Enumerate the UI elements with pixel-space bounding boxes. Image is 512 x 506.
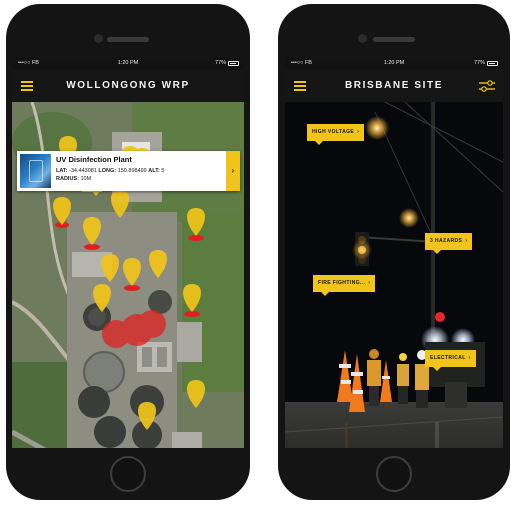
home-button[interactable] (110, 456, 146, 492)
app-bar: WOLLONGONG WRP (12, 70, 244, 102)
home-button[interactable] (376, 456, 412, 492)
long-value: 150.898499 (117, 168, 147, 174)
hazard-tag-3-hazards[interactable]: 3 HAZARDS › (425, 233, 473, 254)
earpiece (373, 37, 415, 42)
site-camera-view[interactable]: HIGH VOLTAGE › 3 HAZARDS › FIRE FIGHTING..… (285, 102, 503, 448)
chevron-right-icon: › (368, 280, 371, 286)
page-title: WOLLONGONG WRP (66, 80, 190, 91)
phone-left: •••○○ FB 1:20 PM 77% WOLLONGONG WRP UV D… (6, 4, 250, 500)
chevron-right-icon[interactable]: › (226, 151, 240, 191)
hazard-tag-label: ELECTRICAL (430, 355, 466, 361)
page-title: BRISBANE SITE (344, 80, 444, 91)
hazard-tag-fire-fighting[interactable]: FIRE FIGHTING... › (313, 275, 376, 296)
lat-value: -34.443081 (69, 168, 97, 174)
wollongong-screen: •••○○ FB 1:20 PM 77% WOLLONGONG WRP UV D… (12, 57, 244, 448)
hazard-tag-label: FIRE FIGHTING... (318, 280, 366, 286)
battery-icon (487, 61, 498, 66)
hazard-tag-high-voltage[interactable]: HIGH VOLTAGE › (307, 124, 365, 145)
front-camera (358, 34, 367, 43)
radius-value: 10M (80, 176, 92, 182)
battery-icon (228, 61, 239, 66)
coordinates-line: LAT: -34.443081 LONG: 150.898499 ALT: 5 (56, 168, 164, 174)
status-time: 1:20 PM (117, 60, 139, 66)
site-map[interactable]: UV Disinfection Plant LAT: -34.443081 LO… (12, 102, 244, 448)
radius-line: RADIUS: 10M (56, 176, 91, 182)
brisbane-screen: •••○○ FB 1:20 PM 77% BRISBANE SITE HIGH … (285, 57, 503, 448)
chevron-right-icon: › (465, 238, 468, 244)
filter-icon[interactable] (479, 80, 495, 92)
status-bar: •••○○ FB 1:20 PM 77% (285, 57, 503, 70)
hazard-tag-electrical[interactable]: ELECTRICAL › (425, 350, 476, 371)
lat-label: LAT: (56, 168, 68, 174)
battery-percent: 77% (214, 60, 226, 66)
alt-label: ALT: (148, 168, 160, 174)
chevron-right-icon: › (468, 355, 471, 361)
location-name: UV Disinfection Plant (56, 155, 132, 164)
earpiece (107, 37, 149, 42)
front-camera (94, 34, 103, 43)
status-time: 1:20 PM (383, 60, 405, 66)
radius-label: RADIUS: (56, 176, 79, 182)
hazard-tag-label: 3 HAZARDS (430, 238, 463, 244)
phone-right: •••○○ FB 1:20 PM 77% BRISBANE SITE HIGH … (278, 4, 510, 500)
location-info-card[interactable]: UV Disinfection Plant LAT: -34.443081 LO… (17, 151, 240, 191)
long-label: LONG: (98, 168, 117, 174)
hazard-tag-label: HIGH VOLTAGE (312, 129, 355, 135)
status-bar: •••○○ FB 1:20 PM 77% (12, 57, 244, 70)
location-thumbnail (20, 154, 51, 188)
battery-percent: 77% (473, 60, 485, 66)
app-bar: BRISBANE SITE (285, 70, 503, 102)
alt-value: 5 (161, 168, 165, 174)
chevron-right-icon: › (357, 129, 360, 135)
